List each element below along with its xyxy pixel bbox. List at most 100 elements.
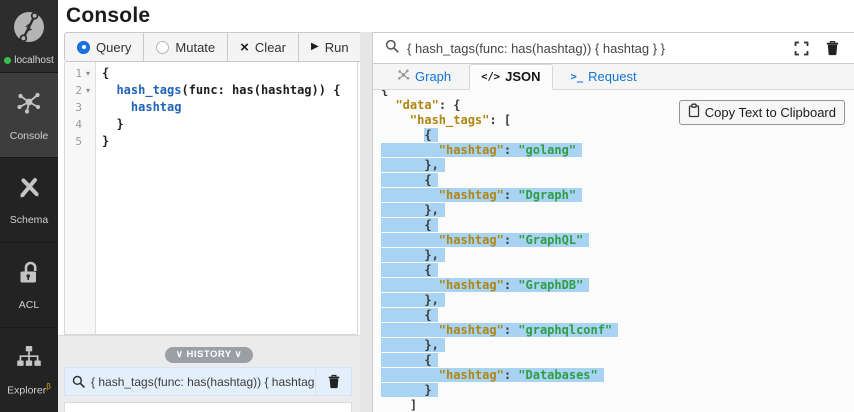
json-line: { <box>381 128 854 143</box>
selection-highlight: { <box>381 308 438 322</box>
history-item[interactable]: { hash_tags(func: has(hashtag)) { hashta… <box>64 367 352 396</box>
sidebar-item-label: Schema <box>10 214 49 226</box>
json-line: { <box>381 173 854 188</box>
query-radio-icon <box>77 41 90 54</box>
trash-icon <box>825 40 840 56</box>
selection-highlight: "hashtag": "Databases" <box>381 368 604 382</box>
json-line: { <box>381 218 854 233</box>
selection-highlight: "hashtag": "GraphDB" <box>381 278 589 292</box>
trash-icon <box>327 374 341 389</box>
sidebar-item-explorer[interactable]: Explorerβ <box>0 328 58 412</box>
history-item-partial[interactable] <box>64 402 352 412</box>
result-tabs: Graph </>JSON >_Request <box>373 64 854 90</box>
selection-highlight: "hashtag": "GraphQL" <box>381 233 589 247</box>
sidebar-item-console[interactable]: Console <box>0 73 58 158</box>
result-query-text: { hash_tags(func: has(hashtag)) { hashta… <box>407 41 782 56</box>
fold-caret-icon[interactable]: ▾ <box>84 86 92 95</box>
json-line: }, <box>381 293 854 308</box>
json-line: "hashtag": "GraphDB" <box>381 278 854 293</box>
tab-json[interactable]: </>JSON <box>469 64 552 90</box>
copy-to-clipboard-button[interactable]: Copy Text to Clipboard <box>679 100 845 125</box>
json-line: } <box>381 383 854 398</box>
editor-gutter: 4 <box>65 116 95 133</box>
ratel-app: localhost Console Schema ACL Explorerβ Cons… <box>0 0 854 412</box>
json-line: }, <box>381 158 854 173</box>
json-line: }, <box>381 203 854 218</box>
results-panel: { hash_tags(func: has(hashtag)) { hashta… <box>372 32 854 412</box>
editor-line: 2▾ hash_tags(func: has(hashtag)) { <box>65 82 357 99</box>
selection-highlight: { <box>381 353 438 367</box>
selection-highlight: }, <box>381 338 445 352</box>
line-number: 4 <box>75 118 82 131</box>
selection-highlight: }, <box>381 158 445 172</box>
code-text: } <box>95 133 109 150</box>
expand-icon <box>794 41 809 56</box>
query-editor[interactable]: 1▾{2▾ hash_tags(func: has(hashtag)) { 3 h… <box>64 62 358 335</box>
schema-pencils-icon <box>15 174 43 207</box>
selection-highlight: "hashtag": "graphqlconf" <box>381 323 618 337</box>
clear-button[interactable]: × Clear <box>227 32 299 62</box>
selection-highlight: } <box>381 383 438 397</box>
history-query-text: { hash_tags(func: has(hashtag)) { hashta… <box>91 375 315 389</box>
json-line: "hashtag": "Dgraph" <box>381 188 854 203</box>
tab-label: Request <box>588 69 636 84</box>
sidebar-item-acl[interactable]: ACL <box>0 243 58 328</box>
expand-fullscreen-button[interactable] <box>790 39 813 58</box>
history-section: ∨ HISTORY ∨ { hash_tags(func: has(hashta… <box>58 335 360 412</box>
editor-panel: Query Mutate × Clear ▶ Run <box>58 32 360 412</box>
history-list: { hash_tags(func: has(hashtag)) { hashta… <box>58 363 360 396</box>
json-line: "hashtag": "GraphQL" <box>381 233 854 248</box>
fold-caret-icon[interactable]: ▾ <box>84 69 92 78</box>
explorer-sitemap-icon <box>15 344 43 375</box>
panel-resize-divider[interactable] <box>360 32 372 412</box>
query-mode-button[interactable]: Query <box>64 32 144 62</box>
search-icon <box>65 375 91 388</box>
code-text: hashtag <box>95 99 181 116</box>
json-line: { <box>381 308 854 323</box>
mutate-mode-label: Mutate <box>175 40 215 55</box>
page-title: Console <box>66 4 150 28</box>
sidebar-item-label: Explorerβ <box>7 382 51 397</box>
selection-highlight: }, <box>381 293 445 307</box>
tab-request[interactable]: >_Request <box>559 64 649 90</box>
selection-highlight: { <box>381 263 438 277</box>
json-results-area: Copy Text to Clipboard { "data": { "hash… <box>373 90 854 412</box>
console-graph-icon <box>14 88 44 123</box>
line-number: 3 <box>75 101 82 114</box>
graph-icon <box>397 68 410 84</box>
editor-line: 1▾{ <box>65 65 357 82</box>
clear-label: Clear <box>255 40 286 55</box>
tab-label: JSON <box>505 69 540 84</box>
sidebar-connection[interactable]: localhost <box>0 0 58 73</box>
history-delete-button[interactable] <box>315 368 351 395</box>
clipboard-icon <box>688 103 700 121</box>
selection-highlight: { <box>381 218 438 232</box>
run-button[interactable]: ▶ Run <box>298 32 362 62</box>
tab-label: Graph <box>415 69 451 84</box>
tab-graph[interactable]: Graph <box>385 63 463 90</box>
mutate-mode-button[interactable]: Mutate <box>143 32 228 62</box>
json-line: { <box>381 90 854 98</box>
search-icon <box>385 39 399 58</box>
editor-gutter: 2▾ <box>65 82 95 99</box>
delete-result-button[interactable] <box>821 38 844 58</box>
selection-highlight: "hashtag": "Dgraph" <box>381 188 582 202</box>
json-line: "hashtag": "Databases" <box>381 368 854 383</box>
run-label: Run <box>325 40 349 55</box>
editor-line: 5} <box>65 133 357 150</box>
history-toggle[interactable]: ∨ HISTORY ∨ <box>165 347 253 363</box>
line-number: 1 <box>75 67 82 80</box>
code-text: } <box>95 116 124 133</box>
selection-highlight: }, <box>381 203 445 217</box>
dgraph-logo-icon <box>11 9 47 50</box>
query-mode-label: Query <box>96 40 131 55</box>
json-line: ] <box>381 398 854 412</box>
json-output[interactable]: { "data": { "hash_tags": [ { "hashtag": … <box>373 90 854 412</box>
json-line: }, <box>381 248 854 263</box>
code-text: { <box>95 65 109 82</box>
selection-highlight: { <box>424 128 437 142</box>
json-line: { <box>381 263 854 278</box>
run-play-icon: ▶ <box>311 42 319 52</box>
sidebar-item-schema[interactable]: Schema <box>0 158 58 243</box>
editor-line: 4 } <box>65 116 357 133</box>
